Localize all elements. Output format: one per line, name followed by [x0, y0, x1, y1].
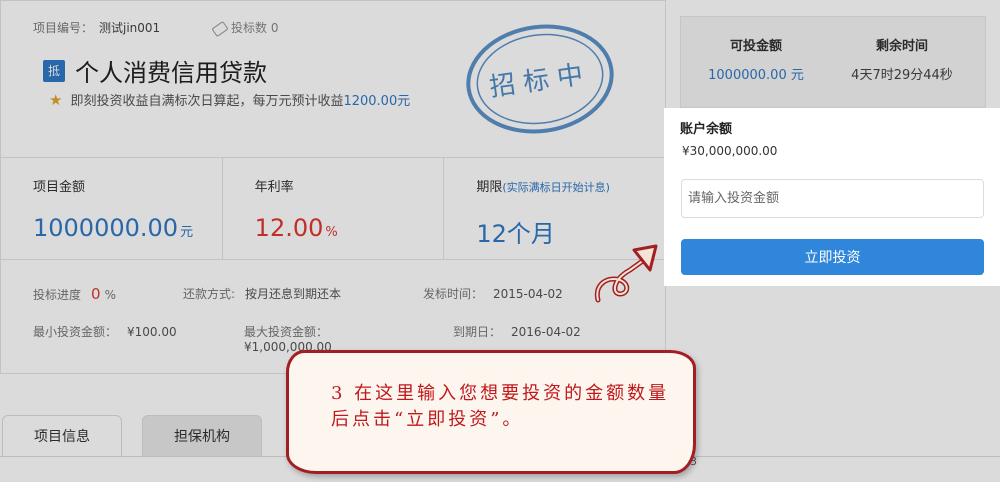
annotation-text: 3 在这里输入您想要投资的金额数量后点击“立即投资”。	[331, 383, 670, 430]
annotation-callout: 3 在这里输入您想要投资的金额数量后点击“立即投资”。	[286, 350, 696, 474]
account-balance-value: ¥30,000,000.00	[682, 144, 778, 158]
account-balance-title: 账户余额	[680, 122, 733, 137]
invest-form: 账户余额 ¥30,000,000.00 立即投资	[664, 108, 1000, 286]
invest-amount-input[interactable]	[681, 179, 984, 218]
annotation-arrow-icon	[594, 244, 658, 303]
invest-now-button[interactable]: 立即投资	[681, 239, 984, 275]
